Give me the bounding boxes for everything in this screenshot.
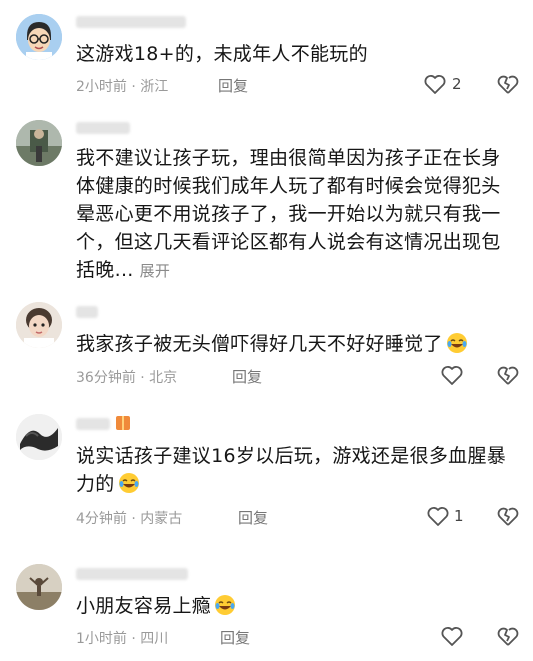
reply-button[interactable]: 回复: [218, 75, 248, 96]
username-blurred[interactable]: [76, 306, 98, 318]
photo-avatar-icon: [16, 120, 62, 166]
comment-item: 我家孩子被无头僧吓得好几天不好好睡觉了 36分钟前 · 北京 回复: [0, 290, 533, 400]
cartoon-avatar-icon: [16, 14, 62, 60]
comment-text: 我家孩子被无头僧吓得好几天不好好睡觉了: [76, 330, 516, 358]
heart-outline-icon[interactable]: [426, 505, 450, 527]
avatar[interactable]: [16, 414, 62, 460]
avatar[interactable]: [16, 302, 62, 348]
comment-body: 我不建议让孩子玩，理由很简单因为孩子正在长身体健康的时候我们成年人玩了都有时候会…: [76, 147, 501, 281]
comment-text: 这游戏18+的，未成年人不能玩的: [76, 43, 368, 65]
comment-text: 说实话孩子建议16岁以后玩，游戏还是很多血腥暴力的: [76, 442, 516, 498]
comment-text: 小朋友容易上瘾: [76, 592, 516, 620]
like-count: 1: [454, 507, 464, 525]
reply-button[interactable]: 回复: [232, 366, 262, 387]
username-blurred[interactable]: [76, 122, 130, 134]
comment-item: 我不建议让孩子玩，理由很简单因为孩子正在长身体健康的时候我们成年人玩了都有时候会…: [0, 110, 533, 290]
broken-heart-icon[interactable]: [497, 505, 519, 527]
heart-outline-icon[interactable]: [440, 364, 464, 386]
landscape-photo-avatar-icon: [16, 564, 62, 610]
avatar[interactable]: [16, 14, 62, 60]
broken-heart-icon[interactable]: [497, 625, 519, 647]
avatar[interactable]: [16, 120, 62, 166]
reply-button[interactable]: 回复: [238, 507, 268, 528]
gift-badge-icon: [116, 416, 130, 430]
heart-outline-icon[interactable]: [423, 73, 447, 95]
username-blurred[interactable]: [76, 568, 188, 580]
comment-item: 说实话孩子建议16岁以后玩，游戏还是很多血腥暴力的 4分钟前 · 内蒙古 回复 …: [0, 400, 533, 540]
comment-body: 小朋友容易上瘾: [76, 595, 212, 617]
comment-time-location: 2小时前 · 浙江: [76, 79, 169, 95]
laughing-crying-emoji: [215, 595, 236, 615]
heart-outline-icon[interactable]: [440, 625, 464, 647]
broken-heart-icon[interactable]: [497, 73, 519, 95]
avatar[interactable]: [16, 564, 62, 610]
comment-item: 这游戏18+的，未成年人不能玩的 2小时前 · 浙江 回复 2: [0, 0, 533, 110]
laughing-crying-emoji: [118, 473, 139, 493]
like-count: 2: [452, 75, 462, 93]
comment-time-location: 4分钟前 · 内蒙古: [76, 511, 183, 527]
broken-heart-icon[interactable]: [497, 364, 519, 386]
comment-body: 说实话孩子建议16岁以后玩，游戏还是很多血腥暴力的: [76, 445, 507, 495]
reply-button[interactable]: 回复: [220, 627, 250, 648]
ink-painting-avatar-icon: [16, 414, 62, 460]
comment-item: 小朋友容易上瘾 1小时前 · 四川 回复: [0, 550, 533, 661]
username-blurred[interactable]: [76, 16, 186, 28]
laughing-crying-emoji: [446, 333, 467, 353]
username-blurred[interactable]: [76, 418, 110, 430]
comment-time-location: 1小时前 · 四川: [76, 631, 169, 647]
comment-body: 我家孩子被无头僧吓得好几天不好好睡觉了: [76, 333, 443, 355]
expand-link[interactable]: 展开: [140, 262, 171, 280]
comment-text: 我不建议让孩子玩，理由很简单因为孩子正在长身体健康的时候我们成年人玩了都有时候会…: [76, 144, 516, 285]
comment-time-location: 36分钟前 · 北京: [76, 370, 178, 386]
child-photo-avatar-icon: [16, 302, 62, 348]
